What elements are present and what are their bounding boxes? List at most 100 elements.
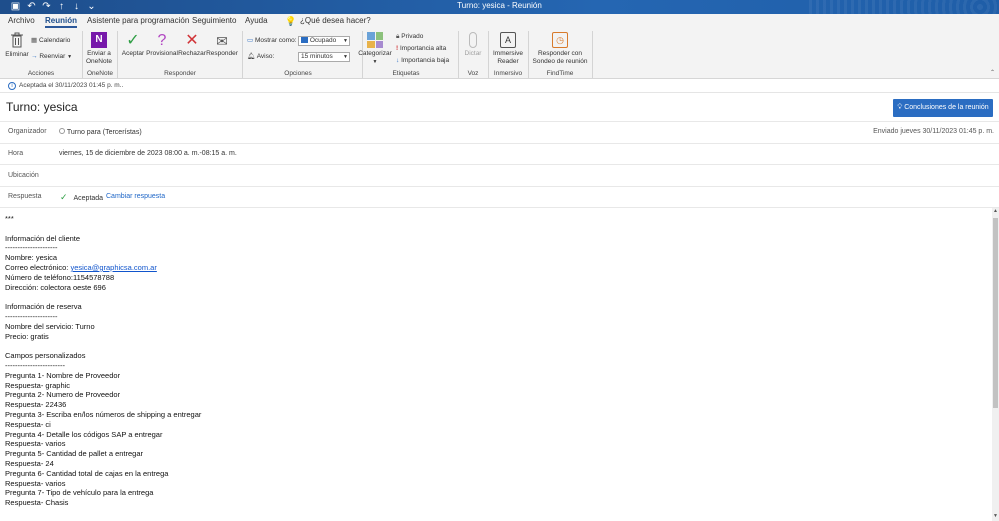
- header-divider: [0, 143, 999, 144]
- organizer-value[interactable]: Turno para (Tercerístas): [59, 128, 142, 136]
- group-label-onenote: OneNote: [86, 70, 114, 77]
- forward-label: Reenviar: [39, 53, 66, 60]
- meeting-subject: Turno: yesica: [6, 100, 78, 114]
- qa-line: Respuesta- ci: [5, 419, 51, 429]
- response-status: ✓ Aceptada: [60, 192, 103, 203]
- body-line: Precio: gratis: [5, 331, 49, 341]
- reminder-label-group: 🔔︎ Aviso:: [247, 53, 274, 61]
- title-bar: ▣ ↶ ↷ ↑ ↓ ⌄ Turno: yesica - Reunión: [0, 0, 999, 14]
- tab-reunion[interactable]: Reunión: [45, 16, 77, 28]
- chevron-down-icon: ▼: [343, 54, 348, 60]
- chevron-down-icon: ▼: [372, 59, 378, 65]
- tab-ayuda[interactable]: Ayuda: [245, 16, 268, 25]
- body-line: ---------------------: [5, 243, 58, 253]
- low-importance-button[interactable]: ↓ Importancia baja: [396, 57, 449, 65]
- tell-me-search[interactable]: ¿Qué desea hacer?: [300, 16, 371, 25]
- collapse-ribbon-icon[interactable]: ⌃: [990, 69, 995, 76]
- info-text: Aceptada el 30/11/2023 01:45 p. m..: [19, 82, 124, 89]
- change-response-link[interactable]: Cambiar respuesta: [106, 193, 165, 200]
- group-label-acciones: Acciones: [27, 70, 55, 77]
- organizer-name: Turno para (Tercerístas): [66, 129, 142, 136]
- body-line: Nombre del servicio: Turno: [5, 321, 95, 331]
- time-label: Hora: [8, 150, 24, 157]
- x-mark-icon: ✕: [185, 32, 199, 49]
- tab-asistente[interactable]: Asistente para programación: [87, 16, 189, 25]
- qa-line: Respuesta- 24: [5, 458, 54, 468]
- organizer-label: Organizador: [8, 128, 47, 135]
- categorize-button[interactable]: Categorizar ▼: [357, 32, 393, 66]
- qa-line: Pregunta 7- Tipo de vehículo para la ent…: [5, 488, 154, 498]
- qa-line: Respuesta- graphic: [5, 380, 71, 390]
- reminder-dropdown[interactable]: 15 minutos ▼: [298, 52, 350, 62]
- tentative-button[interactable]: ? Provisional: [146, 32, 178, 58]
- scrollbar-thumb[interactable]: [993, 218, 998, 408]
- low-importance-label: Importancia baja: [401, 57, 450, 64]
- delete-button[interactable]: Eliminar: [5, 32, 29, 59]
- vertical-scrollbar[interactable]: ▲ ▼: [992, 208, 999, 521]
- reminder-label: Aviso:: [256, 53, 275, 60]
- header-divider: [0, 186, 999, 187]
- calendar-button[interactable]: ▦ Calendario: [31, 37, 70, 45]
- categorize-label: Categorizar: [358, 50, 392, 57]
- accept-button[interactable]: ✓ Aceptar: [120, 32, 146, 58]
- delete-label: Eliminar: [5, 51, 29, 58]
- immersive-reader-icon: A: [500, 32, 516, 48]
- respond-button[interactable]: ✉ Responder: [206, 32, 238, 58]
- reply-with-poll-label: Responder con Sondeo de reunión: [532, 50, 588, 65]
- show-as-value: Ocupado: [309, 37, 337, 44]
- envelope-icon: ✉: [216, 33, 228, 49]
- info-icon: i: [8, 82, 16, 90]
- reply-with-poll-button[interactable]: ◷ Responder con Sondeo de reunión: [531, 32, 589, 66]
- header-divider: [0, 121, 999, 122]
- body-line: [5, 292, 990, 302]
- lock-icon: 🔒︎: [396, 33, 400, 40]
- scroll-up-icon[interactable]: ▲: [992, 208, 999, 216]
- qa-line: Respuesta- varios: [5, 478, 66, 488]
- immersive-reader-button[interactable]: A Immersive Reader: [491, 32, 525, 66]
- menu-bar: Archivo Reunión Asistente para programac…: [0, 14, 999, 29]
- tab-seguimiento[interactable]: Seguimiento: [192, 16, 236, 25]
- microphone-icon: [469, 32, 477, 48]
- calendar-mini-icon: ▭: [247, 37, 254, 44]
- calendar-icon: ▦: [31, 37, 38, 44]
- onenote-icon: N: [91, 32, 107, 48]
- categorize-icon: [367, 32, 383, 48]
- show-as-dropdown[interactable]: Ocupado ▼: [298, 36, 350, 46]
- scroll-down-icon[interactable]: ▼: [992, 513, 999, 521]
- trash-icon: [11, 32, 23, 48]
- body-line: Nombre: yesica: [5, 253, 58, 263]
- header-divider: [0, 164, 999, 165]
- send-to-onenote-label: Enviar a OneNote: [85, 50, 113, 65]
- message-body: *** Información del cliente ------------…: [5, 214, 990, 508]
- body-line: Correo electrónico: yesica@graphicsa.com…: [5, 263, 990, 273]
- show-as-label-group: ▭ Mostrar como:: [247, 37, 297, 45]
- high-importance-label: Importancia alta: [399, 45, 447, 52]
- title-decoration: [809, 0, 999, 14]
- dictate-button[interactable]: Dictar: [461, 32, 485, 58]
- reminder-value: 15 minutos: [301, 53, 333, 60]
- qa-line: Pregunta 2- Numero de Proveedor: [5, 390, 121, 400]
- lightbulb-icon: 💡: [285, 16, 297, 26]
- email-label: Correo electrónico:: [5, 262, 71, 272]
- tab-archivo[interactable]: Archivo: [8, 16, 35, 25]
- busy-swatch: [301, 37, 308, 44]
- qa-line: Pregunta 6- Cantidad total de cajas en l…: [5, 468, 169, 478]
- forward-button[interactable]: → Reenviar ▼: [31, 53, 72, 61]
- forward-icon: →: [31, 53, 38, 60]
- chevron-down-icon: ▼: [343, 38, 348, 44]
- ribbon: Eliminar ▦ Calendario → Reenviar ▼ Accio…: [0, 29, 999, 79]
- ribbon-separator: [592, 31, 593, 78]
- checkmark-icon: ✓: [60, 192, 68, 202]
- decline-label: Rechazar: [178, 50, 206, 57]
- send-to-onenote-button[interactable]: N Enviar a OneNote: [84, 32, 114, 66]
- meeting-insights-button[interactable]: 💡︎ Conclusiones de la reunión: [893, 99, 993, 117]
- qa-line: Respuesta- Chasis: [5, 498, 69, 508]
- high-importance-button[interactable]: ! Importancia alta: [396, 45, 446, 53]
- email-link[interactable]: yesica@graphicsa.com.ar: [70, 263, 156, 272]
- group-label-voz: Voz: [467, 70, 479, 77]
- ribbon-separator: [82, 31, 83, 78]
- decline-button[interactable]: ✕ Rechazar: [178, 32, 206, 58]
- findtime-icon: ◷: [552, 32, 568, 48]
- private-button[interactable]: 🔒︎ Privado: [396, 33, 423, 41]
- ribbon-separator: [242, 31, 243, 78]
